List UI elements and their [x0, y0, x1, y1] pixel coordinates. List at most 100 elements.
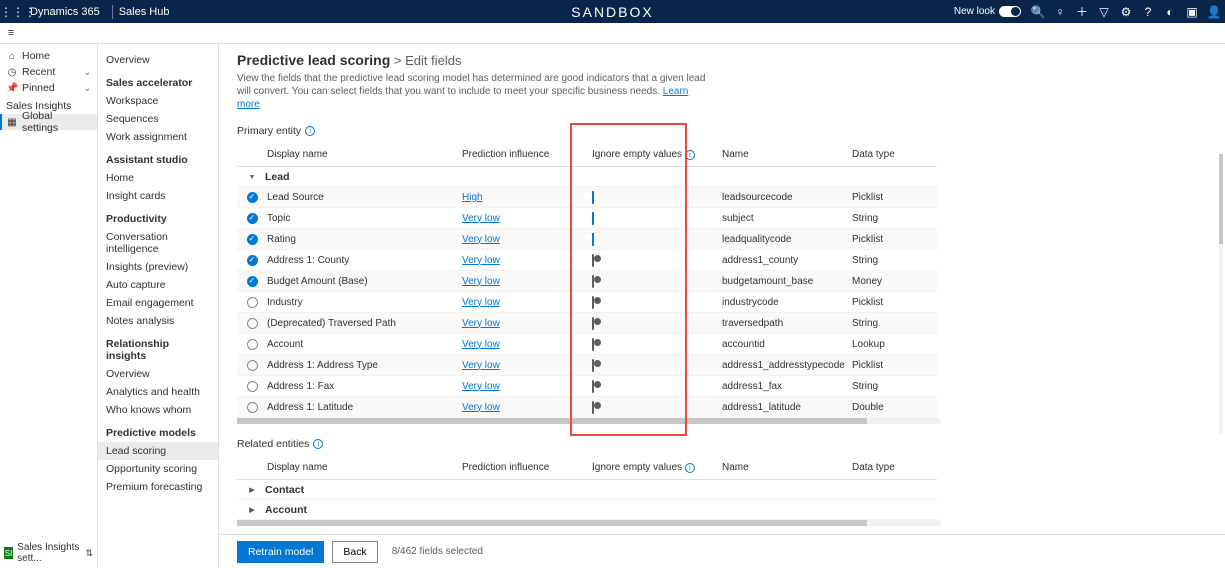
- nav2-conversation-intelligence[interactable]: Conversation intelligence: [98, 228, 218, 258]
- hub-label[interactable]: Sales Hub: [119, 6, 170, 18]
- col-name[interactable]: Name: [722, 462, 852, 473]
- row-checkbox[interactable]: [247, 276, 258, 287]
- col-data-type[interactable]: Data type: [852, 149, 922, 160]
- col-prediction-influence[interactable]: Prediction influence: [462, 462, 592, 473]
- group-lead[interactable]: Lead: [237, 167, 937, 187]
- nav2-email-engagement[interactable]: Email engagement: [98, 294, 218, 312]
- nav2-workspace[interactable]: Workspace: [98, 92, 218, 110]
- h-scrollbar[interactable]: [237, 418, 941, 424]
- area-switcher[interactable]: SI Sales Insights sett... ⇅: [0, 542, 97, 564]
- info-icon[interactable]: i: [685, 463, 695, 473]
- nav-home[interactable]: ⌂Home: [0, 48, 97, 64]
- influence-link[interactable]: Very low: [462, 381, 500, 392]
- help-icon[interactable]: ?: [1137, 5, 1159, 19]
- influence-link[interactable]: Very low: [462, 339, 500, 350]
- new-look-toggle[interactable]: [999, 6, 1021, 17]
- crumb-main[interactable]: Predictive lead scoring: [237, 52, 390, 68]
- chevron-right-icon: [245, 485, 259, 494]
- ignore-empty-toggle[interactable]: [592, 275, 594, 288]
- col-prediction-influence[interactable]: Prediction influence: [462, 149, 592, 160]
- influence-link[interactable]: Very low: [462, 276, 500, 287]
- row-checkbox[interactable]: [247, 360, 258, 371]
- influence-link[interactable]: Very low: [462, 318, 500, 329]
- back-button[interactable]: Back: [332, 541, 377, 563]
- h-scroll-thumb[interactable]: [237, 418, 867, 424]
- cell-display-name: Rating: [267, 234, 462, 245]
- v-scrollbar[interactable]: [1219, 154, 1223, 434]
- nav2-auto-capture[interactable]: Auto capture: [98, 276, 218, 294]
- ignore-empty-toggle[interactable]: [592, 233, 594, 246]
- ignore-empty-toggle[interactable]: [592, 212, 594, 225]
- nav2-insight-cards[interactable]: Insight cards: [98, 187, 218, 205]
- col-display-name[interactable]: Display name: [267, 149, 462, 160]
- row-checkbox[interactable]: [247, 339, 258, 350]
- influence-link[interactable]: Very low: [462, 213, 500, 224]
- h-scroll-thumb[interactable]: [237, 520, 867, 526]
- area-label: Sales Insights sett...: [17, 542, 85, 564]
- filter-icon[interactable]: ▽: [1093, 5, 1115, 19]
- assist-icon[interactable]: ◐: [1159, 5, 1181, 19]
- row-checkbox[interactable]: [247, 318, 258, 329]
- influence-link[interactable]: Very low: [462, 360, 500, 371]
- row-checkbox[interactable]: [247, 381, 258, 392]
- influence-link[interactable]: High: [462, 192, 483, 203]
- nav-recent[interactable]: ◷Recent⌄: [0, 64, 97, 80]
- ignore-empty-toggle[interactable]: [592, 296, 594, 309]
- nav2-home[interactable]: Home: [98, 169, 218, 187]
- nav2-lead-scoring[interactable]: Lead scoring: [98, 442, 218, 460]
- nav2-overview[interactable]: Overview: [98, 48, 218, 69]
- influence-link[interactable]: Very low: [462, 402, 500, 413]
- add-icon[interactable]: ＋: [1071, 3, 1093, 20]
- ignore-empty-toggle[interactable]: [592, 317, 594, 330]
- app-launcher-icon[interactable]: ⋮⋮⋮: [0, 5, 24, 19]
- hamburger-icon[interactable]: ≡: [0, 27, 22, 39]
- ignore-empty-toggle[interactable]: [592, 401, 594, 414]
- nav2-overview2[interactable]: Overview: [98, 365, 218, 383]
- influence-link[interactable]: Very low: [462, 255, 500, 266]
- search-icon[interactable]: 🔍: [1027, 5, 1049, 19]
- nav2-premium-forecasting[interactable]: Premium forecasting: [98, 478, 218, 496]
- col-name[interactable]: Name: [722, 149, 852, 160]
- ignore-empty-toggle[interactable]: [592, 338, 594, 351]
- row-checkbox[interactable]: [247, 297, 258, 308]
- info-icon[interactable]: i: [313, 439, 323, 449]
- influence-link[interactable]: Very low: [462, 297, 500, 308]
- col-ignore-empty[interactable]: Ignore empty values i: [592, 149, 722, 161]
- nav2-opportunity-scoring[interactable]: Opportunity scoring: [98, 460, 218, 478]
- col-display-name[interactable]: Display name: [267, 462, 462, 473]
- nav2-notes-analysis[interactable]: Notes analysis: [98, 312, 218, 330]
- nav2-sequences[interactable]: Sequences: [98, 110, 218, 128]
- col-ignore-empty[interactable]: Ignore empty values i: [592, 462, 722, 474]
- nav2-work-assignment[interactable]: Work assignment: [98, 128, 218, 146]
- row-checkbox[interactable]: [247, 255, 258, 266]
- nav-global-settings[interactable]: ▦Global settings: [0, 114, 97, 130]
- row-checkbox[interactable]: [247, 192, 258, 203]
- nav2-who-knows-whom[interactable]: Who knows whom: [98, 401, 218, 419]
- ignore-empty-toggle[interactable]: [592, 254, 594, 267]
- v-scroll-thumb[interactable]: [1219, 154, 1223, 244]
- nav2-analytics-health[interactable]: Analytics and health: [98, 383, 218, 401]
- influence-link[interactable]: Very low: [462, 234, 500, 245]
- h-scrollbar[interactable]: [237, 520, 941, 526]
- info-icon[interactable]: i: [305, 126, 315, 136]
- ignore-empty-toggle[interactable]: [592, 380, 594, 393]
- breadcrumb: Predictive lead scoring > Edit fields: [237, 52, 1207, 68]
- lightbulb-icon[interactable]: ♀: [1049, 5, 1071, 19]
- nav2-insights-preview[interactable]: Insights (preview): [98, 258, 218, 276]
- row-checkbox[interactable]: [247, 402, 258, 413]
- retrain-model-button[interactable]: Retrain model: [237, 541, 324, 563]
- ignore-empty-toggle[interactable]: [592, 191, 594, 204]
- ignore-empty-toggle[interactable]: [592, 359, 594, 372]
- col-data-type[interactable]: Data type: [852, 462, 922, 473]
- area-badge: SI: [4, 547, 13, 559]
- row-checkbox[interactable]: [247, 213, 258, 224]
- person-icon[interactable]: 👤: [1203, 5, 1225, 19]
- screen-icon[interactable]: ▣: [1181, 5, 1203, 19]
- group-account[interactable]: Account: [237, 500, 937, 520]
- settings-icon[interactable]: ⚙: [1115, 5, 1137, 19]
- nav-pinned[interactable]: 📌Pinned⌄: [0, 80, 97, 96]
- info-icon[interactable]: i: [685, 150, 695, 160]
- cell-schema-name: subject: [722, 213, 852, 224]
- row-checkbox[interactable]: [247, 234, 258, 245]
- group-contact[interactable]: Contact: [237, 480, 937, 500]
